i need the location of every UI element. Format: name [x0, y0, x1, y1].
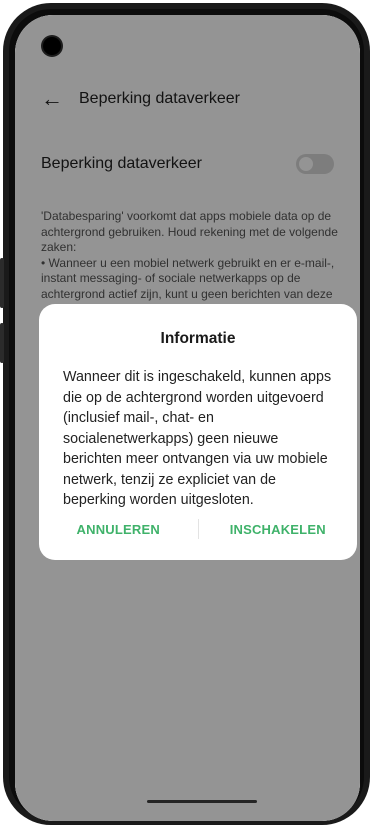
dialog-title: Informatie [160, 330, 236, 347]
volume-button [0, 258, 4, 308]
cancel-button[interactable]: ANNULEREN [39, 522, 198, 537]
power-button [0, 323, 4, 363]
dialog-buttons: ANNULEREN INSCHAKELEN [39, 498, 357, 560]
phone-frame: 19:52 ✱ ◠ ▮ ← Beperking dataverkeer Bepe… [0, 3, 370, 825]
screen: 19:52 ✱ ◠ ▮ ← Beperking dataverkeer Bepe… [15, 15, 360, 821]
enable-button[interactable]: INSCHAKELEN [199, 522, 358, 537]
info-dialog: Informatie Wanneer dit is ingeschakeld, … [39, 304, 357, 560]
dialog-message: Wanneer dit is ingeschakeld, kunnen apps… [63, 369, 332, 508]
